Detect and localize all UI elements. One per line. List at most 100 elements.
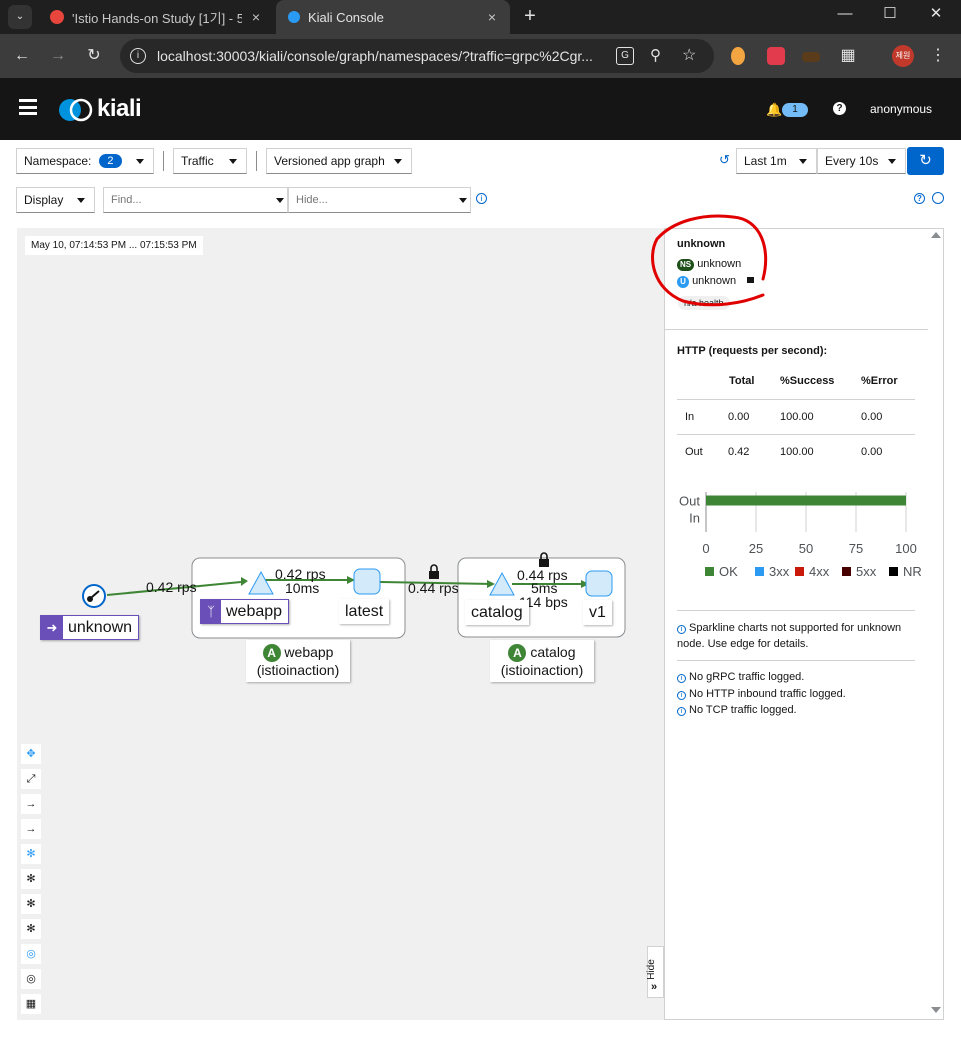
chevron-down-icon: [77, 198, 85, 203]
info-icon: i: [677, 674, 686, 683]
scroll-down-icon[interactable]: [931, 1007, 941, 1013]
find-hide-info-icon[interactable]: i: [476, 193, 487, 204]
minimize-icon[interactable]: —: [825, 3, 865, 25]
no-grpc-text: No gRPC traffic logged.: [689, 671, 805, 683]
webapp-box-namespace: (istioinaction): [256, 662, 340, 678]
extension-icon[interactable]: [802, 52, 820, 62]
extensions-puzzle-icon[interactable]: ▦: [836, 44, 860, 68]
layout-grid-icon[interactable]: ✻: [21, 894, 41, 914]
unknown-node-label[interactable]: ➜ unknown: [40, 615, 140, 640]
extension-icon[interactable]: [731, 47, 745, 65]
sparkline-note-text: Sparkline charts not supported for unkno…: [677, 622, 902, 650]
browser-toolbar: ← → ↻ i localhost:30003/kiali/console/gr…: [0, 34, 961, 78]
scroll-up-icon[interactable]: [931, 232, 941, 238]
http-status-bar-chart: 0 25 50 75 100 Out In OK 3xx 4xx 5xx NR: [679, 492, 922, 579]
close-window-icon[interactable]: ✕: [916, 3, 956, 25]
profile-avatar[interactable]: 제원: [892, 45, 914, 67]
app-badge-icon: A: [508, 644, 527, 662]
layout-horizontal-icon[interactable]: →: [21, 819, 41, 839]
hide-input[interactable]: [288, 187, 457, 213]
find-history-dropdown[interactable]: [273, 187, 288, 213]
maximize-icon[interactable]: ☐: [870, 3, 910, 25]
tab-search-button[interactable]: ⌄: [8, 5, 32, 29]
webapp-app-box-label[interactable]: A webapp (istioinaction): [246, 640, 350, 682]
hide-panel-label: Hide: [645, 959, 657, 980]
chevron-down-icon: [799, 159, 807, 164]
pan-icon[interactable]: ✥: [21, 744, 41, 764]
hide-panel-tab[interactable]: Hide »: [645, 946, 664, 998]
v1-node-label[interactable]: v1: [583, 600, 612, 625]
chart-legend-swatch: [842, 567, 851, 576]
layout-cola-icon[interactable]: ✻: [21, 844, 41, 864]
tab-title: Kiali Console: [308, 9, 384, 25]
catalog-node-label[interactable]: catalog: [465, 600, 529, 625]
chart-legend-swatch: [705, 567, 714, 576]
browser-menu-icon[interactable]: ⋮: [926, 44, 950, 68]
graph-tour-icon[interactable]: [932, 192, 944, 204]
notifications-bell-icon[interactable]: 🔔: [766, 102, 782, 118]
kiali-logo[interactable]: kiali: [58, 95, 148, 123]
find-input[interactable]: [103, 187, 274, 213]
info-icon: i: [677, 625, 686, 634]
browser-tab-istio-study[interactable]: 'Istio Hands-on Study [1기] - 5 ×: [38, 0, 274, 34]
namespace-dropdown[interactable]: Namespace: 2: [16, 148, 154, 174]
edge-label-unknown-webapp: 0.42 rps: [146, 579, 197, 595]
traffic-dropdown[interactable]: Traffic: [173, 148, 247, 174]
chevron-down-icon: [888, 159, 896, 164]
v1-workload-node[interactable]: [585, 570, 613, 597]
info-icon: i: [677, 707, 686, 716]
refresh-interval-dropdown[interactable]: Every 10s: [817, 148, 906, 174]
refresh-icon: ↻: [919, 152, 932, 169]
no-tcp-text: No TCP traffic logged.: [689, 704, 797, 716]
chart-legend-label: NR: [903, 564, 922, 579]
browser-tab-kiali[interactable]: Kiali Console ×: [276, 0, 510, 34]
display-dropdown[interactable]: Display: [16, 187, 95, 213]
table-row-in-total: 0.00: [728, 411, 750, 423]
layout-cose-icon[interactable]: ✻: [21, 869, 41, 889]
reload-icon[interactable]: ↻: [82, 44, 106, 68]
history-icon[interactable]: ↺: [719, 152, 730, 168]
chevron-down-icon: [136, 159, 144, 164]
node-summary-panel: unknown NS unknown U unknown n/a health …: [651, 214, 944, 1020]
toolbar-divider: [256, 151, 257, 171]
global-layout-icon[interactable]: ◎: [21, 969, 41, 989]
panel-scrollbar[interactable]: [929, 229, 944, 1019]
graph-help-icon[interactable]: ?: [914, 193, 925, 204]
latest-node-label[interactable]: latest: [339, 599, 390, 624]
hide-history-dropdown[interactable]: [456, 187, 471, 213]
back-icon[interactable]: ←: [10, 44, 34, 68]
table-divider: [677, 399, 915, 400]
traffic-label: Traffic: [181, 154, 214, 168]
legend-map-icon[interactable]: ▦: [21, 994, 41, 1014]
namespace-layout-icon[interactable]: ◎: [21, 944, 41, 964]
http-rps-title: HTTP (requests per second):: [677, 345, 828, 357]
bookmark-star-icon[interactable]: ☆: [682, 45, 696, 65]
forward-icon[interactable]: →: [46, 44, 70, 68]
chart-bar-ok: [706, 495, 906, 506]
layout-concentric-icon[interactable]: ✻: [21, 919, 41, 939]
latest-workload-node[interactable]: [353, 568, 381, 595]
graph-canvas[interactable]: May 10, 07:14:53 PM ... 07:15:53 PM 0.42…: [17, 228, 664, 1020]
catalog-app-box-label[interactable]: A catalog (istioinaction): [490, 640, 594, 682]
user-menu[interactable]: anonymous: [870, 102, 932, 116]
zoom-icon[interactable]: ⚲: [650, 46, 661, 64]
tab-close-icon[interactable]: ×: [484, 9, 500, 25]
address-bar[interactable]: i localhost:30003/kiali/console/graph/na…: [120, 39, 714, 73]
fit-to-screen-icon[interactable]: ⤢: [21, 769, 41, 789]
help-icon[interactable]: ?: [833, 102, 846, 115]
refresh-button[interactable]: ↻: [907, 147, 944, 175]
hamburger-menu-icon[interactable]: [19, 99, 37, 115]
notification-count-badge[interactable]: 1: [782, 103, 808, 117]
chart-legend-label: 5xx: [856, 564, 877, 579]
workload-icon: ➜: [41, 616, 63, 639]
graph-type-dropdown[interactable]: Versioned app graph: [266, 148, 412, 174]
extension-icon[interactable]: [767, 47, 785, 65]
new-tab-button[interactable]: +: [518, 4, 542, 28]
site-info-icon[interactable]: i: [130, 48, 146, 64]
tab-close-icon[interactable]: ×: [248, 9, 264, 25]
namespace-count-badge: 2: [99, 154, 122, 168]
translate-icon[interactable]: G: [616, 47, 634, 65]
webapp-node-label[interactable]: ᛉ webapp: [200, 599, 290, 624]
duration-dropdown[interactable]: Last 1m: [736, 148, 817, 174]
layout-dagre-icon[interactable]: →: [21, 794, 41, 814]
